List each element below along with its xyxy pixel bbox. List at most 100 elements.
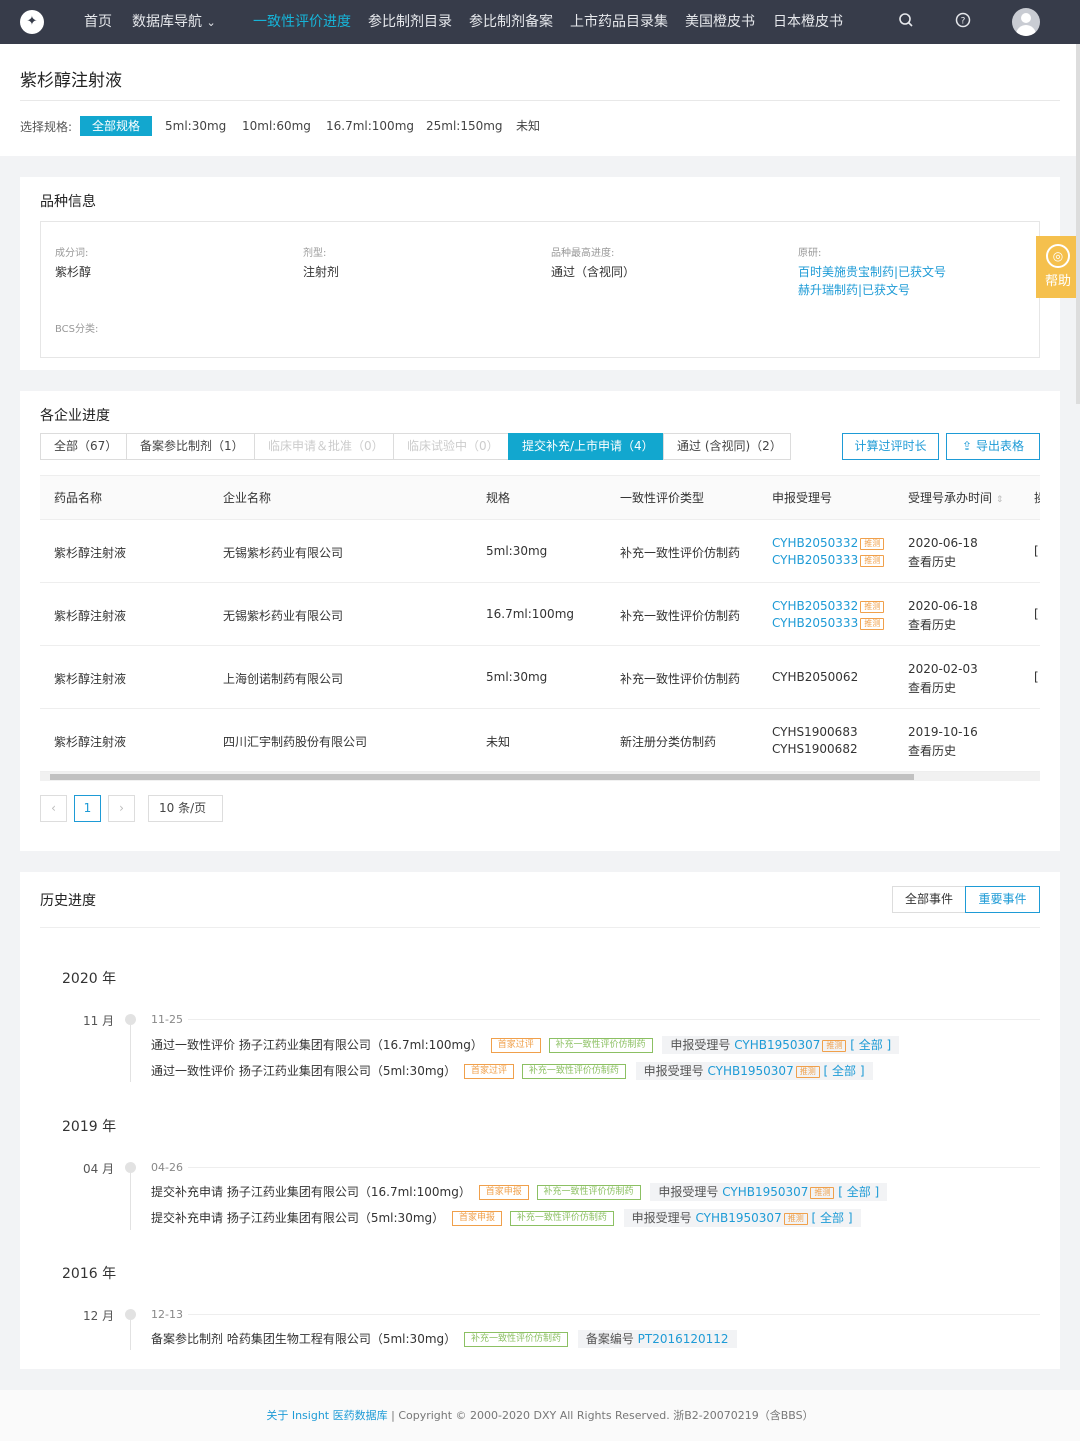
nav-home[interactable]: 首页: [84, 0, 112, 44]
help-circle-icon[interactable]: ?: [953, 12, 973, 32]
number-link[interactable]: CYHS1900682: [772, 742, 858, 756]
col-action: 操: [1034, 476, 1040, 520]
view-history-link[interactable]: 查看历史: [908, 742, 956, 759]
cell-spec: 5ml:30mg: [486, 544, 548, 558]
tab-clinical-application[interactable]: 临床申请＆批准（0）: [254, 433, 394, 460]
search-icon[interactable]: [896, 12, 916, 32]
nav-reference-catalog[interactable]: 参比制剂目录: [368, 0, 452, 44]
tab-submitted[interactable]: 提交补充/上市申请（4）: [508, 433, 664, 460]
timeline-line: [130, 1320, 131, 1350]
nav-consistency-progress[interactable]: 一致性评价进度: [253, 0, 351, 44]
cell-date: 2019-10-16: [908, 725, 978, 739]
view-history-link[interactable]: 查看历史: [908, 679, 956, 696]
number-link[interactable]: CYHB2050333: [772, 616, 858, 630]
cell-type: 补充一致性评价仿制药: [620, 546, 741, 560]
page-button[interactable]: 1: [74, 795, 101, 822]
event-date: 04-26: [151, 1161, 183, 1174]
view-history-link[interactable]: 查看历史: [908, 553, 956, 570]
page-scrollbar[interactable]: [1076, 44, 1080, 404]
spec-option-all[interactable]: 全部规格: [80, 116, 153, 136]
all-events-button[interactable]: 全部事件: [892, 886, 966, 913]
action-link[interactable]: [: [1034, 670, 1039, 684]
logo-icon[interactable]: ✦: [20, 10, 44, 34]
divider: [188, 1167, 1040, 1168]
nav-listed-drugs[interactable]: 上市药品目录集: [570, 0, 668, 44]
table-row: 紫杉醇注射液 四川汇宇制药股份有限公司 未知 新注册分类仿制药 CYHS1900…: [40, 709, 1040, 772]
number-link[interactable]: PT2016120112: [638, 1332, 729, 1346]
next-page-button[interactable]: ›: [108, 795, 135, 822]
original-link[interactable]: 百时美施贵宝制药|已获文号: [798, 263, 946, 280]
event-tag: 补充一致性评价仿制药: [548, 1038, 653, 1053]
page-title: 紫杉醇注射液: [20, 71, 122, 91]
about-link[interactable]: 关于 Insight 医药数据库: [266, 1409, 387, 1422]
original-link[interactable]: 赫升瑞制药|已获文号: [798, 281, 910, 298]
number-link[interactable]: CYHB2050332: [772, 599, 858, 613]
avatar[interactable]: [1012, 8, 1040, 36]
key-events-button[interactable]: 重要事件: [965, 886, 1040, 913]
event-company: 扬子江药业集团有限公司: [226, 1185, 359, 1199]
spec-option[interactable]: 未知: [514, 116, 542, 136]
nav-database-guide[interactable]: 数据库导航 ⌄: [132, 0, 216, 44]
tab-reference-filing[interactable]: 备案参比制剂（1）: [126, 433, 255, 460]
number-link[interactable]: CYHB1950307: [734, 1038, 820, 1052]
sort-icon[interactable]: ⇕: [996, 495, 1004, 505]
number-link[interactable]: CYHB2050332: [772, 536, 858, 550]
spec-option[interactable]: 10ml:60mg: [240, 116, 313, 136]
event-tag: 补充一致性评价仿制药: [536, 1185, 641, 1200]
spec-label: 选择规格:: [20, 120, 73, 134]
spec-option[interactable]: 25ml:150mg: [424, 116, 505, 136]
est-tag: 推测: [795, 1065, 820, 1078]
tab-all[interactable]: 全部（67）: [40, 433, 127, 460]
nav-us-orange-book[interactable]: 美国橙皮书: [685, 0, 755, 44]
help-button[interactable]: ◎ 帮助: [1036, 236, 1080, 298]
number-link[interactable]: CYHB2050333: [772, 553, 858, 567]
all-link[interactable]: [ 全部 ]: [824, 1064, 865, 1078]
number-link[interactable]: CYHB1950307: [696, 1211, 782, 1225]
tab-passed[interactable]: 通过 (含视同)（2）: [663, 433, 791, 460]
help-label: 帮助: [1044, 274, 1071, 289]
event-spec: （5ml:30mg）: [370, 1064, 457, 1078]
col-date[interactable]: 受理号承办时间 ⇕: [908, 476, 1003, 522]
prev-page-button[interactable]: ‹: [40, 795, 67, 822]
view-history-link[interactable]: 查看历史: [908, 616, 956, 633]
event-action: 提交补充申请: [151, 1211, 224, 1225]
horizontal-scrollbar[interactable]: [40, 772, 1040, 781]
number-link[interactable]: CYHB1950307: [722, 1185, 808, 1199]
year-label: 2019 年: [62, 1119, 117, 1135]
export-table-button[interactable]: ⇪ 导出表格: [946, 433, 1040, 460]
event-number-label: 备案编号: [585, 1332, 634, 1346]
number-link[interactable]: CYHS1900683: [772, 725, 858, 739]
action-link[interactable]: [: [1034, 544, 1039, 558]
all-link[interactable]: [ 全部 ]: [850, 1038, 891, 1052]
event-spec: （5ml:30mg）: [370, 1332, 457, 1346]
timeline-dot: [125, 1309, 136, 1320]
col-number: 申报受理号: [772, 491, 833, 505]
page-size-select[interactable]: 10 条/页: [148, 795, 223, 822]
tab-clinical-trial[interactable]: 临床试验中（0）: [393, 433, 509, 460]
all-link[interactable]: [ 全部 ]: [812, 1211, 853, 1225]
calc-duration-button[interactable]: 计算过评时长: [842, 433, 939, 460]
event-spec: （5ml:30mg）: [358, 1211, 445, 1225]
nav-jp-orange-book[interactable]: 日本橙皮书: [773, 0, 843, 44]
nav-reference-filing[interactable]: 参比制剂备案: [469, 0, 553, 44]
col-company: 企业名称: [223, 491, 272, 505]
event-tag: 首家过评: [490, 1038, 541, 1053]
all-link[interactable]: [ 全部 ]: [838, 1185, 879, 1199]
spec-option[interactable]: 16.7ml:100mg: [324, 116, 416, 136]
number-link[interactable]: CYHB1950307: [708, 1064, 794, 1078]
progress-table: 药品名称 企业名称 规格 一致性评价类型 申报受理号 受理号承办时间 ⇕ 操 紫…: [40, 475, 1040, 781]
number-link[interactable]: CYHB2050062: [772, 670, 858, 684]
action-link[interactable]: [: [1034, 607, 1039, 621]
event-date: 12-13: [151, 1308, 183, 1321]
cell-spec: 16.7ml:100mg: [486, 607, 574, 621]
divider: [20, 100, 1060, 101]
drug-header: 紫杉醇注射液 选择规格: 全部规格 5ml:30mg 10ml:60mg 16.…: [0, 44, 1080, 156]
cell-date: 2020-06-18: [908, 536, 978, 550]
cell-number: CYHB2050333 推测: [772, 553, 885, 567]
spec-option[interactable]: 5ml:30mg: [163, 116, 228, 136]
table-row: 紫杉醇注射液 无锡紫杉药业有限公司 16.7ml:100mg 补充一致性评价仿制…: [40, 583, 1040, 646]
cell-type: 新注册分类仿制药: [620, 735, 717, 749]
event-spec: （16.7ml:100mg）: [370, 1038, 483, 1052]
scrollbar-thumb[interactable]: [50, 774, 914, 780]
history-card: 历史进度 全部事件 重要事件 2020 年 11 月 11-25 通过一致性评价…: [20, 872, 1060, 1369]
